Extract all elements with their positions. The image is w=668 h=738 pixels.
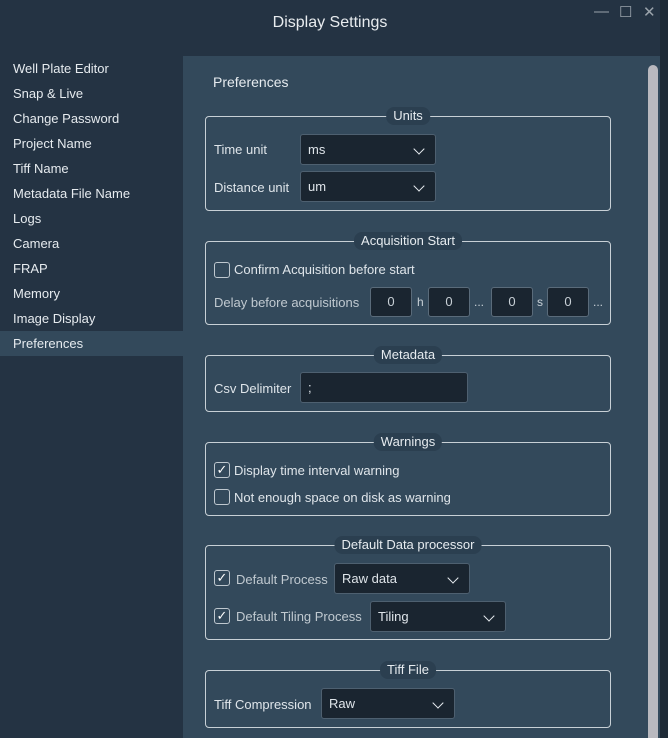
metadata-group: Metadata Csv Delimiter ; [205,346,611,412]
check-icon: ✓ [216,462,228,477]
seconds-unit: s [537,295,543,309]
sidebar-item-tiff-name[interactable]: Tiff Name [0,156,183,181]
delay-minutes-input[interactable]: 0 [428,287,470,317]
check-icon: ✓ [216,570,228,585]
time-unit-value: ms [308,142,326,157]
default-process-select[interactable]: Raw data [334,563,470,594]
time-interval-warning-checkbox[interactable]: ✓ [214,462,230,478]
sidebar-item-preferences[interactable]: Preferences [0,331,183,356]
time-unit-label: Time unit [214,142,267,157]
page-title: Preferences [213,74,289,90]
confirm-acquisition-checkbox[interactable] [214,262,230,278]
sidebar-item-memory[interactable]: Memory [0,281,183,306]
default-tiling-label: Default Tiling Process [236,609,362,624]
close-button[interactable]: ✕ [643,3,656,21]
background-window [660,0,668,738]
default-tiling-value: Tiling [378,609,409,624]
default-process-label: Default Process [236,572,328,587]
maximize-button[interactable]: ☐ [619,3,632,21]
time-interval-warning-label: Display time interval warning [234,463,400,478]
warnings-group-title: Warnings [373,433,443,451]
sidebar-item-snap-live[interactable]: Snap & Live [0,81,183,106]
scrollbar-thumb[interactable] [648,65,658,738]
distance-unit-select[interactable]: um [300,171,436,202]
tiff-compression-select[interactable]: Raw [321,688,455,719]
sidebar-item-change-password[interactable]: Change Password [0,106,183,131]
time-unit-select[interactable]: ms [300,134,436,165]
csv-delimiter-input[interactable]: ; [300,372,468,403]
delay-seconds-input[interactable]: 0 [491,287,533,317]
minutes-unit: ... [474,295,485,309]
check-icon: ✓ [216,608,228,623]
sidebar-item-frap[interactable]: FRAP [0,256,183,281]
default-process-value: Raw data [342,571,397,586]
confirm-acquisition-label: Confirm Acquisition before start [234,262,415,277]
sidebar: Well Plate Editor Snap & Live Change Pas… [0,56,183,356]
distance-unit-value: um [308,179,327,194]
window-title: Display Settings [272,14,388,31]
units-group: Units Time unit ms Distance unit um [205,107,611,211]
sidebar-item-logs[interactable]: Logs [0,206,183,231]
default-tiling-select[interactable]: Tiling [370,601,506,632]
sidebar-item-well-plate-editor[interactable]: Well Plate Editor [0,56,183,81]
distance-unit-label: Distance unit [214,180,290,195]
metadata-group-title: Metadata [373,346,443,364]
default-process-checkbox[interactable]: ✓ [214,570,230,586]
warnings-group: Warnings ✓ Display time interval warning… [205,433,611,516]
tiff-compression-label: Tiff Compression [214,697,312,712]
chevron-down-icon [413,143,425,155]
hours-unit: h [417,295,424,309]
delay-label: Delay before acquisitions [214,295,360,310]
sidebar-item-camera[interactable]: Camera [0,231,183,256]
disk-space-warning-label: Not enough space on disk as warning [234,490,451,505]
tiff-group-title: Tiff File [380,661,436,679]
chevron-down-icon [483,610,495,622]
chevron-down-icon [413,180,425,192]
ms-unit: ... [593,295,604,309]
delay-ms-input[interactable]: 0 [547,287,589,317]
delay-hours-input[interactable]: 0 [370,287,412,317]
csv-delimiter-label: Csv Delimiter [214,381,292,396]
default-data-processor-group: Default Data processor ✓ Default Process… [205,536,611,640]
processor-group-title: Default Data processor [334,536,482,554]
sidebar-item-metadata-file-name[interactable]: Metadata File Name [0,181,183,206]
minimize-button[interactable]: — [594,3,609,20]
tiff-compression-value: Raw [329,696,356,711]
disk-space-warning-checkbox[interactable] [214,489,230,505]
default-tiling-checkbox[interactable]: ✓ [214,608,230,624]
units-group-title: Units [386,107,430,125]
acquisition-group-title: Acquisition Start [354,232,462,250]
tiff-file-group: Tiff File Tiff Compression Raw [205,661,611,728]
chevron-down-icon [447,572,459,584]
sidebar-item-project-name[interactable]: Project Name [0,131,183,156]
sidebar-item-image-display[interactable]: Image Display [0,306,183,331]
chevron-down-icon [432,697,444,709]
acquisition-start-group: Acquisition Start Confirm Acquisition be… [205,232,611,325]
